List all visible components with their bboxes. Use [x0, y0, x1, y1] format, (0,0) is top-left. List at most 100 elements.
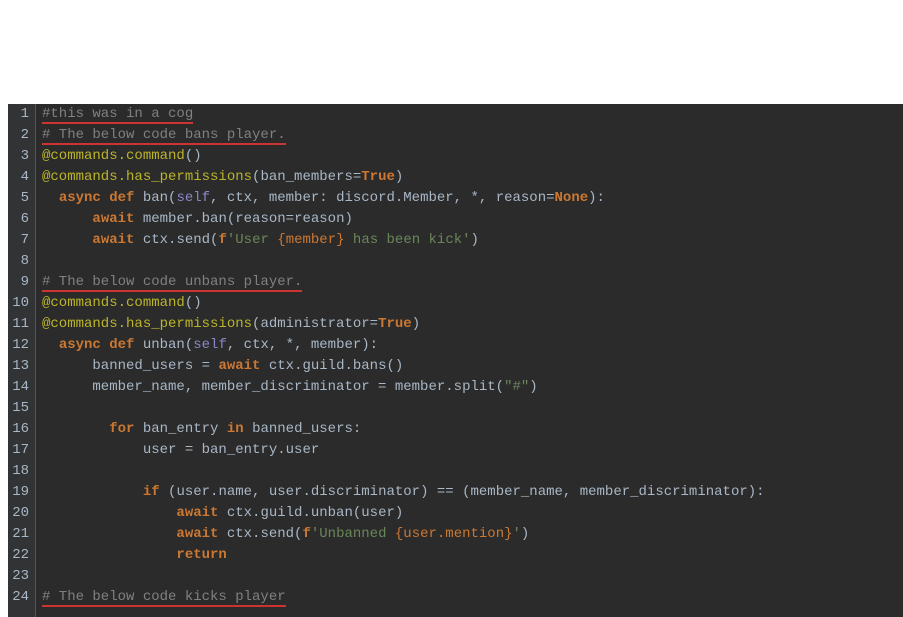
code-token: True	[361, 169, 395, 185]
code-token: #this was in a cog	[42, 106, 193, 124]
code-token: @commands.has_permissions	[42, 169, 252, 185]
line-number: 4	[8, 167, 29, 188]
code-token: in	[227, 421, 252, 437]
line-number: 20	[8, 503, 29, 524]
code-token	[42, 190, 59, 206]
line-number: 7	[8, 230, 29, 251]
code-line[interactable]: # The below code bans player.	[42, 125, 903, 146]
code-token	[42, 484, 143, 500]
code-token: (user.name, user.discriminator) == (memb…	[168, 484, 765, 500]
code-token: f	[302, 526, 310, 542]
code-token: "#"	[504, 379, 529, 395]
code-token: self	[176, 190, 210, 206]
code-line[interactable]	[42, 461, 903, 482]
code-token: # The below code kicks player	[42, 589, 286, 607]
code-token: await	[218, 358, 268, 374]
line-number: 16	[8, 419, 29, 440]
code-token	[42, 505, 176, 521]
code-token: @commands.has_permissions	[42, 316, 252, 332]
line-number: 5	[8, 188, 29, 209]
code-token: '	[513, 526, 521, 542]
line-number: 8	[8, 251, 29, 272]
code-line[interactable]: # The below code unbans player.	[42, 272, 903, 293]
code-line[interactable]: async def unban(self, ctx, *, member):	[42, 335, 903, 356]
code-line[interactable]: for ban_entry in banned_users:	[42, 419, 903, 440]
code-line[interactable]: user = ban_entry.user	[42, 440, 903, 461]
code-editor[interactable]: 123456789101112131415161718192021222324 …	[8, 104, 903, 617]
code-token: 'User	[227, 232, 277, 248]
code-token: True	[378, 316, 412, 332]
code-token: )	[412, 316, 420, 332]
code-line[interactable]: await ctx.guild.unban(user)	[42, 503, 903, 524]
code-token: {user.mention}	[395, 526, 513, 542]
code-token: {member}	[277, 232, 344, 248]
line-number: 22	[8, 545, 29, 566]
line-number: 13	[8, 356, 29, 377]
code-token: )	[395, 169, 403, 185]
line-number: 15	[8, 398, 29, 419]
code-token: unban(	[143, 337, 193, 353]
code-token: ban_entry	[143, 421, 227, 437]
code-line[interactable]: member_name, member_discriminator = memb…	[42, 377, 903, 398]
code-token: # The below code unbans player.	[42, 274, 302, 292]
line-number: 14	[8, 377, 29, 398]
code-token: ctx.guild.bans()	[269, 358, 403, 374]
line-number: 18	[8, 461, 29, 482]
code-token: ban(	[143, 190, 177, 206]
code-token: banned_users:	[252, 421, 361, 437]
code-token: await	[176, 526, 226, 542]
code-token: # The below code bans player.	[42, 127, 286, 145]
line-number-gutter: 123456789101112131415161718192021222324	[8, 104, 36, 617]
code-line[interactable]: # The below code kicks player	[42, 587, 903, 608]
code-line[interactable]: @commands.command()	[42, 146, 903, 167]
code-token: ):	[588, 190, 605, 206]
code-token: member_name, member_discriminator = memb…	[42, 379, 504, 395]
code-token: async def	[59, 190, 143, 206]
code-line[interactable]: banned_users = await ctx.guild.bans()	[42, 356, 903, 377]
code-token: has been kick'	[345, 232, 471, 248]
code-line[interactable]: @commands.has_permissions(ban_members=Tr…	[42, 167, 903, 188]
code-token: return	[176, 547, 226, 563]
code-token	[42, 547, 176, 563]
code-token	[42, 211, 92, 227]
code-line[interactable]: if (user.name, user.discriminator) == (m…	[42, 482, 903, 503]
line-number: 6	[8, 209, 29, 230]
line-number: 1	[8, 104, 29, 125]
line-number: 24	[8, 587, 29, 608]
code-token: @commands.command	[42, 295, 185, 311]
code-token: (administrator=	[252, 316, 378, 332]
code-line[interactable]	[42, 398, 903, 419]
code-token: , ctx, member: discord.Member, *, reason…	[210, 190, 554, 206]
code-token: )	[521, 526, 529, 542]
code-token: banned_users =	[42, 358, 218, 374]
line-number: 19	[8, 482, 29, 503]
line-number: 21	[8, 524, 29, 545]
line-number: 23	[8, 566, 29, 587]
line-number: 12	[8, 335, 29, 356]
code-token: None	[555, 190, 589, 206]
code-token: )	[529, 379, 537, 395]
code-token	[42, 526, 176, 542]
code-line[interactable]	[42, 251, 903, 272]
code-token	[42, 337, 59, 353]
code-line[interactable]: @commands.command()	[42, 293, 903, 314]
code-line[interactable]	[42, 566, 903, 587]
code-token: for	[109, 421, 143, 437]
code-line[interactable]: @commands.has_permissions(administrator=…	[42, 314, 903, 335]
code-line[interactable]: await ctx.send(f'User {member} has been …	[42, 230, 903, 251]
code-token	[42, 421, 109, 437]
code-line[interactable]: await ctx.send(f'Unbanned {user.mention}…	[42, 524, 903, 545]
code-line[interactable]: #this was in a cog	[42, 104, 903, 125]
code-token: await	[92, 211, 142, 227]
line-number: 9	[8, 272, 29, 293]
code-area[interactable]: #this was in a cog # The below code bans …	[36, 104, 903, 617]
code-token: )	[471, 232, 479, 248]
line-number: 2	[8, 125, 29, 146]
code-line[interactable]: return	[42, 545, 903, 566]
code-line[interactable]: async def ban(self, ctx, member: discord…	[42, 188, 903, 209]
line-number: 3	[8, 146, 29, 167]
code-token: self	[193, 337, 227, 353]
line-number: 17	[8, 440, 29, 461]
code-line[interactable]: await member.ban(reason=reason)	[42, 209, 903, 230]
code-token: (ban_members=	[252, 169, 361, 185]
